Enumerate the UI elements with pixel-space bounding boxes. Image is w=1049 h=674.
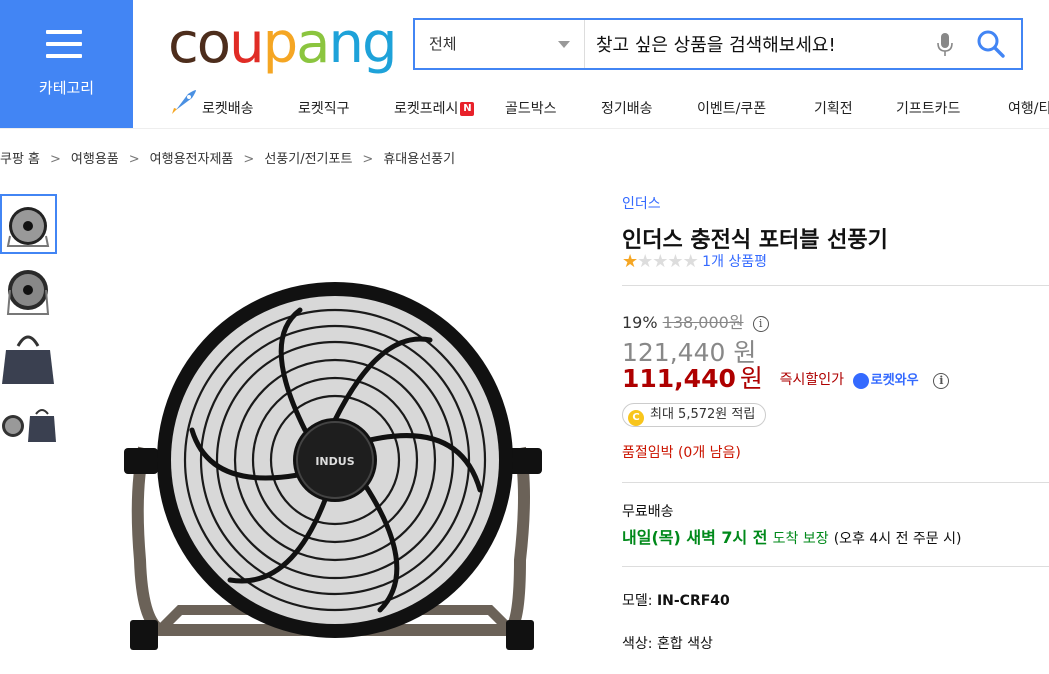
logo-letter: o	[196, 11, 231, 76]
discount-rate: 19%	[622, 313, 658, 332]
category-menu-button[interactable]: 카테고리	[0, 0, 133, 128]
cashback-badge[interactable]: C 최대 5,572원 적립	[622, 403, 767, 427]
color-label: 색상:	[622, 636, 653, 652]
search-bar: 전체	[413, 18, 1023, 70]
color-value: 혼합 색상	[656, 636, 713, 652]
new-badge: N	[460, 102, 475, 116]
fan-side-thumbnail-image	[6, 270, 50, 315]
instant-price-value: 111,440	[622, 364, 736, 393]
thumbnail-fan-front[interactable]	[0, 194, 57, 254]
star-filled-icon: ★	[622, 251, 638, 272]
thumbnail-fan-and-bag[interactable]	[0, 398, 57, 458]
logo-letter: u	[229, 11, 264, 76]
bag-thumbnail-image	[2, 335, 54, 384]
rocket-icon	[172, 90, 196, 114]
nav-item-rocket-fresh-label: 로켓프레시	[394, 101, 459, 117]
breadcrumb-separator: >	[243, 152, 255, 167]
rocket-wow-icon	[852, 373, 869, 389]
fan-bag-thumbnail-image	[2, 409, 56, 442]
fan-thumbnail-image	[6, 207, 50, 247]
delivery-guarantee: 도착 보장	[772, 531, 829, 547]
breadcrumb-separator: >	[128, 152, 140, 167]
breadcrumb-separator: >	[362, 152, 374, 167]
fan-brand-label: INDUS	[315, 455, 354, 468]
nav-item-promotions[interactable]: 기획전	[814, 98, 853, 118]
shipping-label: 무료배송	[622, 504, 674, 520]
info-divider	[622, 482, 1049, 483]
info-icon[interactable]: i	[933, 373, 950, 389]
star-empty-icon: ★	[682, 251, 699, 272]
instant-discount-label: 즉시할인가	[779, 372, 845, 388]
stock-status: 품절임박 (0개 남음)	[622, 445, 741, 461]
delivery-condition: (오후 4시 전 주문 시)	[833, 531, 962, 547]
star-empty-icon: ★	[652, 251, 668, 272]
product-rating[interactable]: ★★★★★ 1개 상품평	[622, 251, 767, 272]
rocket-wow-label: 로켓와우	[870, 373, 919, 388]
logo-letter: c	[168, 11, 199, 76]
discount-row: 19% 138,000원 i	[622, 309, 769, 333]
header-divider	[0, 128, 1049, 129]
chevron-down-icon	[558, 41, 570, 48]
model-label: 모델:	[622, 593, 653, 609]
search-input[interactable]	[596, 32, 926, 58]
star-empty-icon: ★	[667, 251, 683, 272]
nav-item-events[interactable]: 이벤트/쿠폰	[697, 98, 766, 118]
nav-item-goldbox[interactable]: 골드박스	[505, 98, 557, 118]
product-brand-link[interactable]: 인더스	[622, 193, 661, 213]
search-icon[interactable]	[975, 28, 1007, 60]
shipping-info: 내일(목) 새벽 7시 전 도착 보장 (오후 4시 전 주문 시)	[622, 524, 961, 548]
star-empty-icon: ★	[637, 251, 653, 272]
instant-price-unit: 원	[739, 364, 763, 393]
rating-stars: ★★★★★	[622, 251, 699, 272]
microphone-icon[interactable]	[935, 32, 955, 58]
thumbnail-fan-side[interactable]	[0, 262, 57, 322]
breadcrumb-item[interactable]: 휴대용선풍기	[383, 152, 455, 167]
breadcrumb-item[interactable]: 여행용품	[71, 152, 119, 167]
delivery-date: 내일(목) 새벽 7시 전	[622, 528, 768, 547]
coupang-logo[interactable]: coupang	[168, 8, 398, 80]
breadcrumb-item[interactable]: 선풍기/전기포트	[264, 152, 352, 167]
info-divider	[622, 285, 1049, 286]
logo-letter: n	[328, 11, 363, 76]
coin-icon: C	[628, 410, 644, 426]
model-spec: 모델: IN-CRF40	[622, 590, 730, 610]
breadcrumb-item[interactable]: 쿠팡 홈	[0, 152, 40, 167]
breadcrumb: 쿠팡 홈 > 여행용품 > 여행용전자제품 > 선풍기/전기포트 > 휴대용선풍기	[0, 148, 455, 167]
original-price: 138,000원	[662, 313, 744, 332]
logo-letter: a	[296, 11, 330, 76]
nav-item-travel[interactable]: 여행/티	[1008, 98, 1049, 118]
breadcrumb-item[interactable]: 여행용전자제품	[150, 152, 234, 167]
model-value: IN-CRF40	[656, 593, 730, 609]
product-main-image: INDUS	[124, 282, 542, 650]
review-count-link[interactable]: 1개 상품평	[702, 254, 767, 270]
search-category-value: 전체	[429, 35, 457, 53]
search-category-select[interactable]: 전체	[415, 20, 585, 68]
product-title: 인더스 충전식 포터블 선풍기	[622, 228, 888, 253]
cashback-text: 최대 5,572원 적립	[650, 407, 756, 422]
breadcrumb-separator: >	[50, 152, 61, 167]
category-label: 카테고리	[38, 79, 95, 97]
info-icon[interactable]: i	[752, 316, 769, 332]
info-divider	[622, 566, 1049, 567]
nav-item-subscription[interactable]: 정기배송	[601, 98, 653, 118]
nav-item-rocket-direct[interactable]: 로켓직구	[298, 98, 350, 118]
logo-letter: p	[262, 11, 299, 76]
instant-discount-price: 111,440 원 즉시할인가 로켓와우 i	[622, 359, 950, 395]
logo-letter: g	[361, 11, 398, 76]
thumbnail-bag[interactable]	[0, 328, 57, 388]
nav-item-rocket-fresh[interactable]: 로켓프레시 N	[394, 98, 475, 118]
color-spec: 색상: 혼합 색상	[622, 633, 713, 653]
nav-item-rocket-delivery[interactable]: 로켓배송	[202, 98, 254, 118]
hamburger-icon	[46, 30, 82, 58]
nav-item-gift-card[interactable]: 기프트카드	[896, 98, 960, 118]
